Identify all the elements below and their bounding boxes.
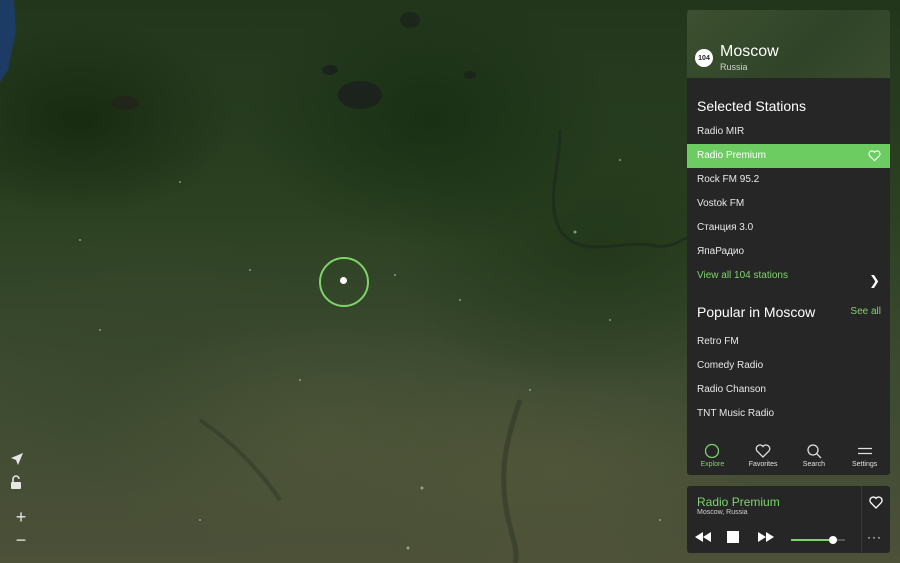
tab-label: Search [802, 461, 825, 468]
tab-explore[interactable]: Explore [687, 439, 738, 475]
navigation-arrow-icon [11, 453, 23, 465]
popular-stations-list: Retro FM Comedy Radio Radio Chanson TNT … [687, 330, 890, 426]
tab-settings[interactable]: Settings [839, 439, 890, 475]
selected-city-pin[interactable] [340, 277, 347, 284]
more-options-button[interactable]: ··· [867, 530, 882, 544]
station-item[interactable]: Radio MIR [687, 120, 890, 144]
station-item[interactable]: Radio Chanson [687, 378, 890, 402]
now-playing-subtitle: Moscow, Russia [697, 509, 748, 516]
tab-favorites[interactable]: Favorites [738, 439, 789, 475]
see-all-link[interactable]: See all [850, 306, 881, 317]
station-item[interactable]: Comedy Radio [687, 354, 890, 378]
station-item-label: Radio Premium [697, 150, 766, 161]
player-main[interactable]: Radio Premium Moscow, Russia [687, 486, 861, 553]
city-country: Russia [720, 62, 748, 72]
bottom-tab-bar: Explore Favorites Search Settings [687, 439, 890, 475]
station-item[interactable]: TNT Music Radio [687, 402, 890, 426]
heart-icon[interactable] [869, 496, 883, 509]
locate-button[interactable] [10, 452, 32, 474]
tab-search[interactable]: Search [789, 439, 840, 475]
volume-slider[interactable] [791, 536, 845, 544]
rewind-icon[interactable] [694, 530, 712, 544]
city-panel: 104 Moscow Russia Selected Stations Radi… [687, 10, 890, 475]
mini-player: Radio Premium Moscow, Russia ··· [687, 486, 890, 553]
station-item[interactable]: Станция 3.0 [687, 216, 890, 240]
fast-forward-icon[interactable] [757, 530, 775, 544]
zoom-in-button[interactable]: + [10, 506, 32, 528]
search-icon [807, 444, 822, 459]
stop-icon[interactable] [727, 531, 739, 543]
station-item-active[interactable]: Radio Premium [687, 144, 890, 168]
city-name: Moscow [720, 43, 779, 60]
city-header: 104 Moscow Russia [687, 10, 890, 78]
heart-icon [755, 444, 771, 458]
station-item[interactable]: Rock FM 95.2 [687, 168, 890, 192]
zoom-out-button[interactable]: − [10, 529, 32, 551]
lock-open-icon [11, 475, 21, 489]
volume-fill [791, 539, 834, 541]
station-item[interactable]: Vostok FM [687, 192, 890, 216]
station-item[interactable]: Retro FM [687, 330, 890, 354]
selected-stations-title: Selected Stations [697, 98, 806, 114]
view-all-label: View all 104 stations [697, 270, 788, 281]
chevron-right-icon: ❯ [869, 273, 880, 288]
player-divider [861, 486, 862, 553]
view-all-stations-link[interactable]: View all 104 stations ❯ [687, 264, 890, 288]
menu-lines-icon [857, 447, 872, 455]
station-item[interactable]: ЯпаРадио [687, 240, 890, 264]
lock-button[interactable] [10, 475, 32, 497]
circle-icon [705, 443, 720, 459]
now-playing-title: Radio Premium [697, 495, 780, 509]
tab-label: Favorites [748, 461, 778, 468]
selected-stations-list: Radio MIR Radio Premium Rock FM 95.2 Vos… [687, 120, 890, 288]
tab-label: Settings [851, 461, 878, 468]
heart-icon[interactable] [868, 150, 881, 162]
station-count-badge: 104 [695, 49, 713, 67]
volume-knob[interactable] [829, 536, 838, 544]
tab-label: Explore [700, 461, 725, 468]
popular-header: Popular in Moscow See all [687, 302, 890, 326]
